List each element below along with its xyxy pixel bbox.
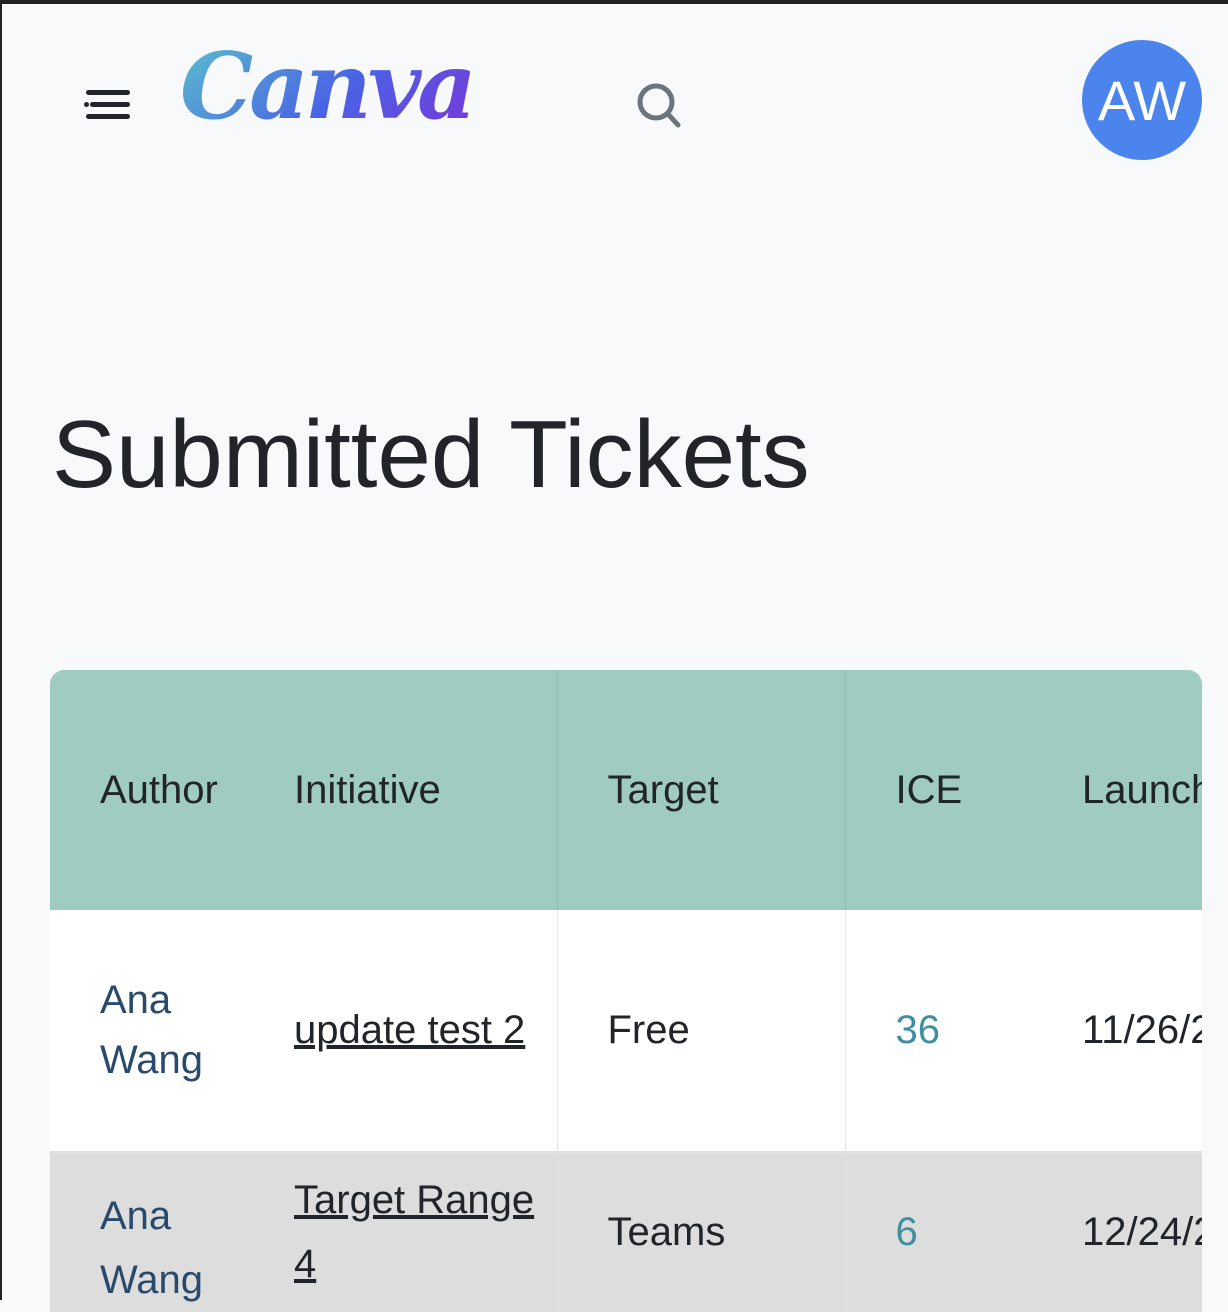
search-icon[interactable] xyxy=(634,80,684,130)
launch-date-cell: 12/24/2 xyxy=(1062,1152,1202,1312)
target-cell: Free xyxy=(557,910,846,1154)
top-navbar: Canva AW xyxy=(2,4,1228,204)
hamburger-menu-icon[interactable] xyxy=(82,86,130,122)
user-avatar[interactable]: AW xyxy=(1082,40,1202,160)
column-header-target[interactable]: Target xyxy=(557,670,846,910)
ice-cell: 36 xyxy=(845,910,1062,1154)
column-header-launch-date[interactable]: Launch Date xyxy=(1062,670,1202,910)
table-header-row: Author Initiative Target ICE Launch Date xyxy=(50,670,1202,910)
launch-date-cell: 11/26/2 xyxy=(1062,910,1202,1154)
ice-cell: 6 xyxy=(845,1152,1062,1312)
author-cell: Ana Wang xyxy=(50,1152,272,1312)
column-header-initiative[interactable]: Initiative xyxy=(272,670,558,910)
table-row: Ana Wang update test 2 Free 36 11/26/2 xyxy=(50,910,1202,1154)
column-header-ice[interactable]: ICE xyxy=(845,670,1062,910)
author-cell: Ana Wang xyxy=(50,910,272,1154)
target-cell: Teams xyxy=(557,1152,846,1312)
initiative-link[interactable]: update test 2 xyxy=(294,1008,525,1052)
table-row: Ana Wang Target Range 4 Teams 6 12/24/2 xyxy=(50,1152,1202,1312)
canva-logo[interactable]: Canva xyxy=(180,32,477,140)
initiative-link[interactable]: Target Range 4 xyxy=(294,1178,534,1286)
tickets-table: Author Initiative Target ICE Launch Date… xyxy=(50,670,1202,1312)
page-title: Submitted Tickets xyxy=(52,401,810,508)
column-header-author[interactable]: Author xyxy=(50,670,272,910)
